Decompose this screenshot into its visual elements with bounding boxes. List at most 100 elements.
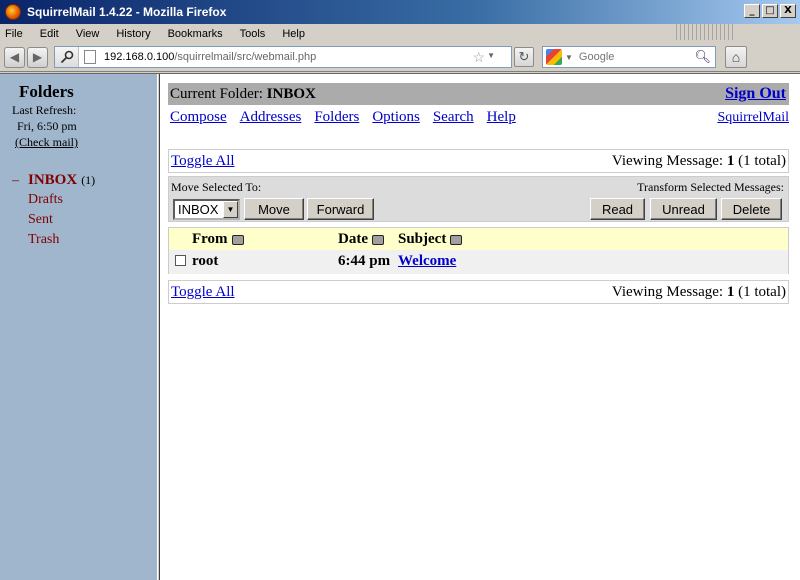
- minimize-button[interactable]: _: [744, 4, 760, 18]
- column-subject: Subject: [398, 231, 463, 248]
- message-actions: Move Selected To: Transform Selected Mes…: [168, 176, 789, 222]
- folder-item-inbox[interactable]: – INBOX (1): [12, 172, 95, 192]
- viewing-message: Viewing Message: 1 (1 total): [612, 284, 786, 301]
- unread-count: (1): [81, 173, 96, 187]
- help-link[interactable]: Help: [487, 109, 516, 126]
- page-content: Folders Last Refresh: Fri, 6:50 pm (Chec…: [0, 73, 800, 580]
- maximize-button[interactable]: □: [762, 4, 778, 18]
- folder-collapse-marker[interactable]: –: [12, 173, 28, 189]
- reload-button[interactable]: ↻: [514, 47, 534, 67]
- menu-edit[interactable]: Edit: [40, 28, 59, 40]
- dropdown-arrow-icon[interactable]: ▼: [223, 201, 238, 218]
- search-input[interactable]: [578, 51, 689, 63]
- close-button[interactable]: X: [780, 4, 796, 18]
- viewing-message: Viewing Message: 1 (1 total): [612, 153, 786, 170]
- folder-list: – INBOX (1) Drafts Sent Trash: [12, 172, 95, 252]
- search-bar: ▼ 🔍︎: [542, 46, 716, 68]
- home-button[interactable]: ⌂: [725, 46, 747, 68]
- sort-from-icon[interactable]: [231, 234, 244, 245]
- current-folder-label: Current Folder:: [170, 85, 263, 102]
- back-button[interactable]: ◀: [4, 46, 25, 68]
- google-icon[interactable]: [546, 49, 562, 65]
- squirrelmail-link[interactable]: SquirrelMail: [717, 110, 789, 126]
- folders-link[interactable]: Folders: [314, 109, 359, 126]
- addresses-link[interactable]: Addresses: [240, 109, 302, 126]
- read-button[interactable]: Read: [590, 198, 645, 220]
- forward-arrow-icon: ▶: [32, 50, 43, 64]
- folders-frame: Folders Last Refresh: Fri, 6:50 pm (Chec…: [0, 74, 157, 580]
- menu-file[interactable]: File: [5, 28, 23, 40]
- transform-selected-label: Transform Selected Messages:: [637, 180, 784, 194]
- move-selected-label: Move Selected To:: [171, 180, 262, 194]
- delete-button[interactable]: Delete: [721, 198, 782, 220]
- options-link[interactable]: Options: [372, 109, 420, 126]
- reload-icon: ↻: [518, 49, 530, 64]
- move-button[interactable]: Move: [244, 198, 304, 220]
- toggle-all-link[interactable]: Toggle All: [171, 153, 235, 170]
- menu-tools[interactable]: Tools: [240, 28, 266, 40]
- message-date: 6:44 pm: [338, 253, 391, 269]
- column-from-label: From: [192, 231, 228, 247]
- sign-out-link[interactable]: Sign Out: [725, 85, 786, 103]
- column-from: From: [192, 231, 244, 248]
- menu-view[interactable]: View: [76, 28, 100, 40]
- toggle-all-link[interactable]: Toggle All: [171, 284, 235, 301]
- navigation-toolbar: ◀ ▶ 192.168.0.100/squirrelmail/src/webma…: [0, 43, 800, 72]
- folder-name[interactable]: Drafts: [28, 192, 63, 208]
- bookmark-star-icon[interactable]: ☆: [472, 49, 485, 66]
- search-engine-dropdown-icon[interactable]: ▼: [565, 53, 573, 62]
- unread-button[interactable]: Unread: [650, 198, 717, 220]
- menu-history[interactable]: History: [116, 28, 150, 40]
- url-dropdown-icon[interactable]: ▼: [487, 51, 495, 60]
- url-host: 192.168.0.100: [104, 51, 175, 63]
- message-table: From Date Subject root 6:44 pm Welcome: [168, 227, 789, 274]
- folder-name[interactable]: INBOX: [28, 172, 77, 189]
- url-bar[interactable]: 192.168.0.100/squirrelmail/src/webmail.p…: [54, 46, 512, 68]
- window-titlebar: SquirrelMail 1.4.22 - Mozilla Firefox _ …: [0, 0, 800, 24]
- message-list-frame: Current Folder: INBOX Sign Out Compose A…: [160, 74, 800, 580]
- check-mail-wrapper: (Check mail): [15, 135, 78, 150]
- folder-item-sent[interactable]: Sent: [12, 212, 95, 232]
- search-icon[interactable]: 🔍︎: [694, 49, 711, 65]
- viewing-total: (1 total): [738, 152, 786, 169]
- main-nav: Compose Addresses Folders Options Search…: [170, 109, 789, 126]
- last-refresh-time: Fri, 6:50 pm: [17, 119, 77, 133]
- search-link[interactable]: Search: [433, 109, 474, 126]
- current-folder-bar: Current Folder: INBOX Sign Out: [168, 83, 789, 105]
- move-folder-value: INBOX: [178, 202, 219, 217]
- folder-name[interactable]: Sent: [28, 212, 53, 228]
- last-refresh-label: Last Refresh:: [12, 103, 77, 117]
- folder-item-drafts[interactable]: Drafts: [12, 192, 95, 212]
- url-text[interactable]: 192.168.0.100/squirrelmail/src/webmail.p…: [104, 51, 316, 63]
- back-arrow-icon: ◀: [9, 50, 20, 64]
- column-date-label: Date: [338, 231, 368, 247]
- forward-nav-button[interactable]: ▶: [27, 46, 48, 68]
- move-folder-select[interactable]: INBOX ▼: [173, 199, 240, 220]
- column-subject-label: Subject: [398, 231, 447, 247]
- viewing-total: (1 total): [738, 283, 786, 300]
- toggle-bar-top: Toggle All Viewing Message: 1 (1 total): [168, 149, 789, 173]
- url-path: /squirrelmail/src/webmail.php: [174, 51, 317, 63]
- message-from: root: [192, 253, 219, 269]
- message-checkbox[interactable]: [175, 255, 186, 266]
- key-icon: [60, 50, 73, 64]
- menu-bookmarks[interactable]: Bookmarks: [168, 28, 223, 40]
- toolbar-grip: [676, 24, 736, 40]
- folder-item-trash[interactable]: Trash: [12, 232, 95, 252]
- check-mail-link[interactable]: (Check mail): [15, 135, 78, 149]
- site-identity-button[interactable]: [55, 47, 79, 67]
- column-date: Date: [338, 231, 384, 248]
- window-title: SquirrelMail 1.4.22 - Mozilla Firefox: [27, 5, 227, 19]
- sort-date-icon[interactable]: [372, 234, 384, 245]
- sort-subject-icon[interactable]: [450, 234, 463, 245]
- folder-name[interactable]: Trash: [28, 232, 59, 248]
- message-subject-link[interactable]: Welcome: [398, 253, 456, 270]
- page-icon: [84, 50, 96, 64]
- menu-help[interactable]: Help: [282, 28, 305, 40]
- compose-link[interactable]: Compose: [170, 109, 227, 126]
- viewing-label: Viewing Message:: [611, 152, 724, 169]
- current-folder: Current Folder: INBOX: [170, 86, 316, 103]
- table-row: root 6:44 pm Welcome: [169, 250, 788, 274]
- forward-button[interactable]: Forward: [307, 198, 374, 220]
- viewing-number: 1: [726, 152, 735, 169]
